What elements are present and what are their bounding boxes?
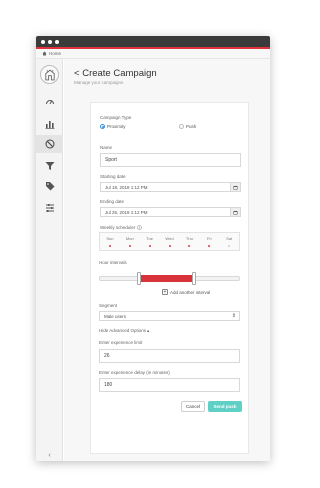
weekly-scheduler: Sun Mon Tue Wed Thu Fri Sat — [99, 232, 240, 251]
radio-proximity-indicator[interactable] — [100, 124, 105, 129]
hour-slider-end-handle[interactable] — [192, 272, 196, 285]
sidebar: ‹ — [36, 59, 63, 461]
chevron-up-icon: ▴ — [147, 328, 150, 333]
breadcrumb: Home — [36, 49, 270, 59]
experience-delay-field[interactable]: 180 — [99, 378, 240, 392]
name-field[interactable]: Sport — [100, 153, 241, 167]
cancel-button[interactable]: Cancel — [181, 401, 205, 412]
day-indicator — [148, 245, 151, 247]
radio-push[interactable]: Push — [179, 124, 196, 129]
experience-delay-value: 180 — [104, 382, 113, 388]
experience-limit-value: 26 — [104, 353, 110, 359]
day-indicator — [228, 245, 231, 247]
start-date-label: Starting date — [100, 174, 126, 179]
settings-icon[interactable] — [36, 199, 63, 217]
end-date-label: Ending date — [100, 199, 125, 204]
day-label: Fri — [206, 236, 212, 241]
end-date-value: Jul 26, 2018 1:12 PM — [105, 209, 148, 215]
hour-slider-start-handle[interactable] — [137, 272, 141, 285]
campaigns-icon[interactable] — [36, 135, 63, 153]
weekly-scheduler-label: Weekly scheduler — [100, 225, 143, 230]
page-title-text: Create Campaign — [82, 68, 157, 79]
window-dot[interactable] — [48, 39, 52, 44]
experience-delay-label: Enter experience delay (in minutes) — [99, 370, 170, 375]
hour-slider-range[interactable] — [139, 275, 194, 282]
name-field-value: Sport — [105, 157, 117, 163]
collapse-icon[interactable]: ‹ — [36, 452, 63, 459]
day-mon[interactable]: Mon — [120, 233, 140, 250]
page-title: < Create Campaign — [74, 68, 157, 79]
experience-limit-label: Enter experience limit — [99, 340, 143, 345]
calendar-icon[interactable] — [230, 183, 240, 191]
chevron-updown-icon: ⇕ — [231, 313, 236, 319]
day-label: Sat — [226, 236, 233, 241]
window-titlebar — [36, 36, 270, 47]
experience-limit-field[interactable]: 26 — [99, 349, 240, 363]
start-date-value: Jul 18, 2018 1:12 PM — [105, 184, 148, 190]
radio-proximity[interactable]: Proximity — [100, 124, 126, 129]
page-subtitle: Manage your campaigns — [74, 80, 124, 85]
hide-advanced-text: Hide Advanced Options — [99, 328, 147, 333]
dashboard-icon[interactable] — [36, 93, 63, 111]
start-date-field[interactable]: Jul 18, 2018 1:12 PM — [100, 182, 241, 192]
day-tue[interactable]: Tue — [140, 233, 160, 250]
plus-icon: + — [162, 288, 168, 295]
calendar-icon[interactable] — [230, 208, 240, 216]
day-indicator — [128, 245, 131, 247]
analytics-icon[interactable] — [36, 115, 63, 133]
weekly-scheduler-text: Weekly scheduler — [100, 225, 136, 230]
radio-push-label: Push — [186, 124, 197, 129]
day-label: Sun — [106, 236, 114, 241]
end-date-field[interactable]: Jul 26, 2018 1:12 PM — [100, 207, 241, 217]
day-label: Mon — [125, 236, 134, 241]
day-sat[interactable]: Sat — [219, 233, 239, 250]
window-dot[interactable] — [41, 39, 45, 44]
app-window: Home ‹ < Create Campaign Manage your cam… — [36, 36, 270, 461]
day-label: Wed — [165, 236, 174, 241]
day-sun[interactable]: Sun — [100, 233, 120, 250]
back-icon[interactable]: < — [74, 68, 80, 79]
day-wed[interactable]: Wed — [160, 233, 180, 250]
campaign-type-label: Campaign Type — [100, 115, 132, 120]
add-interval-button[interactable]: + Add another interval — [162, 289, 210, 295]
main-content: < Create Campaign Manage your campaigns … — [64, 59, 270, 461]
filter-icon[interactable] — [36, 157, 63, 175]
day-indicator — [208, 245, 211, 247]
window-dot[interactable] — [55, 39, 59, 44]
breadcrumb-home[interactable]: Home — [49, 51, 61, 56]
add-interval-label: Add another interval — [170, 289, 211, 295]
hour-intervals-label: Hour intervals — [99, 260, 127, 265]
logo-icon[interactable] — [40, 65, 59, 84]
home-icon — [42, 51, 47, 56]
radio-push-indicator[interactable] — [179, 124, 184, 129]
radio-proximity-label: Proximity — [107, 124, 126, 129]
send-push-button[interactable]: Send push — [208, 401, 242, 412]
hide-advanced-link[interactable]: Hide Advanced Options ▴ — [99, 328, 149, 334]
segment-value: Male users — [104, 313, 127, 319]
day-thu[interactable]: Thu — [179, 233, 199, 250]
day-indicator — [108, 245, 111, 247]
day-label: Tue — [146, 236, 154, 241]
tag-icon[interactable] — [36, 177, 63, 195]
info-icon[interactable] — [137, 225, 143, 230]
segment-label: Segment — [99, 303, 118, 308]
day-fri[interactable]: Fri — [199, 233, 219, 250]
segment-select[interactable]: Male users ⇕ — [99, 311, 240, 321]
day-indicator — [168, 245, 171, 247]
day-indicator — [188, 245, 191, 247]
name-label: Name — [100, 145, 113, 150]
day-label: Thu — [185, 236, 193, 241]
